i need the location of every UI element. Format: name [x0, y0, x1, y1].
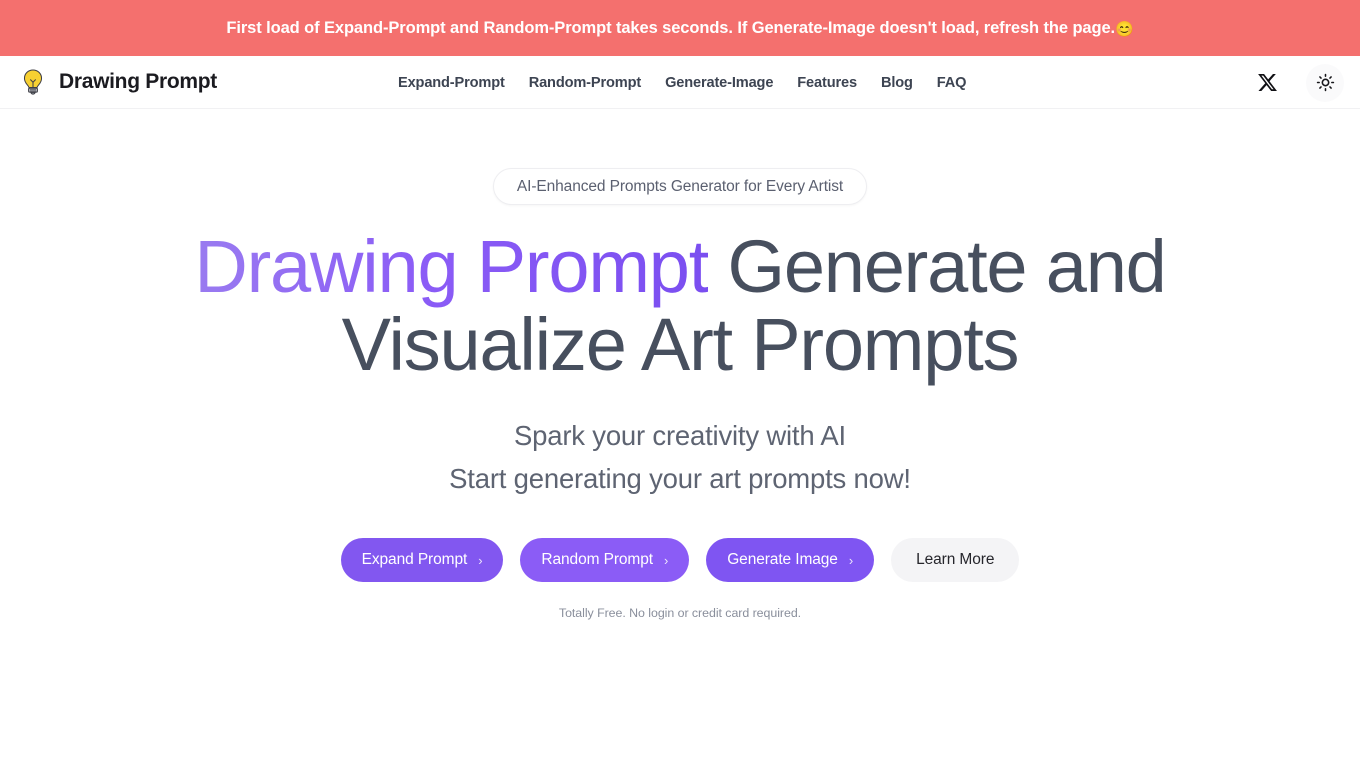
hero-subtitle: Spark your creativity with AI Start gene…: [449, 414, 911, 500]
hero-badge-text: AI-Enhanced Prompts Generator for Every …: [516, 177, 844, 195]
theme-toggle-button[interactable]: [1306, 63, 1344, 102]
generate-image-button-label: Generate Image: [727, 551, 838, 568]
chevron-right-icon: ›: [478, 552, 483, 568]
brand-logo-link[interactable]: Drawing Prompt: [18, 67, 217, 97]
hero-subtitle-line-2: Start generating your art prompts now!: [449, 463, 911, 494]
main-navigation: Expand-Prompt Random-Prompt Generate-Ima…: [398, 56, 966, 109]
announcement-text: First load of Expand-Prompt and Random-P…: [226, 19, 1133, 38]
page-title: Drawing Prompt Generate and Visualize Ar…: [180, 228, 1180, 384]
x-twitter-icon: [1257, 73, 1277, 92]
cta-button-row: Expand Prompt › Random Prompt › Generate…: [340, 538, 1020, 582]
expand-prompt-button[interactable]: Expand Prompt ›: [340, 538, 504, 582]
generate-image-button[interactable]: Generate Image ›: [706, 538, 875, 582]
hero-section: AI-Enhanced Prompts Generator for Every …: [0, 109, 1360, 620]
page-title-accent: Drawing Prompt: [194, 225, 709, 308]
nav-item-blog[interactable]: Blog: [881, 75, 913, 91]
x-twitter-link-button[interactable]: [1248, 64, 1286, 102]
header-actions: [1248, 56, 1344, 109]
lightbulb-icon: [23, 69, 43, 95]
expand-prompt-button-label: Expand Prompt: [361, 551, 468, 568]
announcement-message: First load of Expand-Prompt and Random-P…: [226, 18, 1116, 37]
nav-item-generate-image[interactable]: Generate-Image: [665, 75, 773, 91]
chevron-right-icon: ›: [663, 552, 669, 568]
sun-icon: [1316, 73, 1334, 92]
brand-name: Drawing Prompt: [59, 70, 217, 93]
smiley-emoji-icon: 😊: [1115, 20, 1134, 38]
chevron-right-icon: ›: [848, 552, 854, 568]
nav-item-features[interactable]: Features: [797, 75, 857, 91]
site-header: Drawing Prompt Expand-Prompt Random-Prom…: [0, 56, 1360, 109]
hero-badge: AI-Enhanced Prompts Generator for Every …: [492, 168, 868, 205]
random-prompt-button[interactable]: Random Prompt ›: [520, 538, 690, 582]
random-prompt-button-label: Random Prompt: [541, 551, 653, 568]
hero-subtitle-line-1: Spark your creativity with AI: [514, 420, 846, 451]
learn-more-button-label: Learn More: [916, 551, 995, 568]
fineprint-text: Totally Free. No login or credit card re…: [558, 606, 802, 620]
nav-item-faq[interactable]: FAQ: [937, 75, 967, 91]
learn-more-button[interactable]: Learn More: [891, 538, 1020, 582]
announcement-banner: First load of Expand-Prompt and Random-P…: [0, 0, 1360, 56]
nav-item-random-prompt[interactable]: Random-Prompt: [529, 75, 642, 91]
nav-item-expand-prompt[interactable]: Expand-Prompt: [398, 75, 505, 91]
